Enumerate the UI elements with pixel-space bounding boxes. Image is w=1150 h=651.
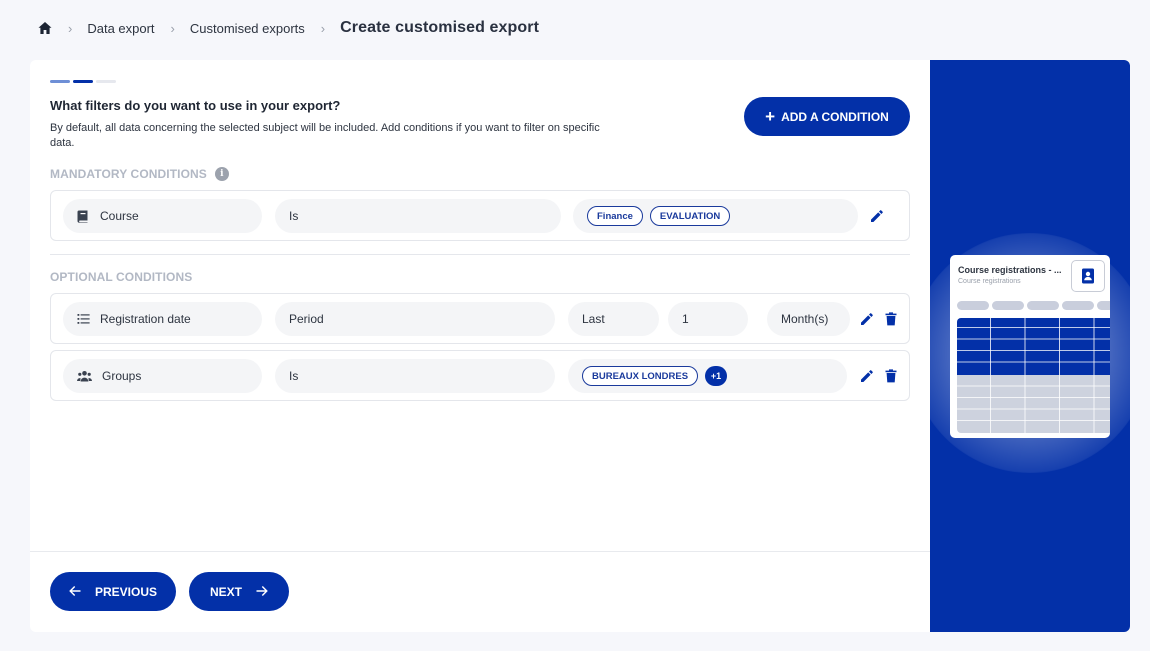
breadcrumb: › Data export › Customised exports › Cre… [38,17,539,39]
next-label: NEXT [209,584,242,599]
preview-table [957,318,1110,433]
condition-qualifier-last[interactable]: Last [568,302,659,336]
add-condition-button[interactable]: + ADD A CONDITION [744,97,910,136]
export-preview-card: Course registrations - ... Course regist… [950,255,1110,438]
previous-button[interactable]: PREVIOUS [50,572,176,611]
condition-unit-label: Month(s) [781,312,829,326]
section-divider [50,254,910,255]
step-3 [96,80,116,83]
trash-icon[interactable] [883,311,899,327]
condition-operator-groups[interactable]: Is [275,359,555,393]
preview-column-chips [957,301,1110,310]
plus-icon: + [765,107,776,126]
condition-qualifier-label: Last [582,312,605,326]
condition-field-label: Groups [102,369,142,383]
arrow-right-icon [256,585,268,599]
preview-subtitle: Course registrations [958,278,1021,285]
condition-amount-value: 1 [682,312,689,326]
mandatory-conditions-label: MANDATORY CONDITIONS [50,167,207,181]
filters-description: By default, all data concerning the sele… [50,122,600,149]
condition-amount-input[interactable]: 1 [668,302,748,336]
add-condition-label: ADD A CONDITION [781,109,889,124]
condition-unit-select[interactable]: Month(s) [767,302,850,336]
breadcrumb-data-export[interactable]: Data export [87,21,154,36]
condition-field-course[interactable]: Course [63,199,262,233]
condition-values-course[interactable]: Finance EVALUATION [573,199,858,233]
edit-pencil-icon[interactable] [869,208,885,224]
optional-conditions-label: OPTIONAL CONDITIONS [50,270,193,284]
home-icon[interactable] [38,21,52,35]
condition-operator-label: Is [289,209,299,223]
condition-operator-label: Period [289,312,324,326]
value-tag-finance: Finance [587,206,643,226]
preview-title: Course registrations - ... [958,265,1062,275]
list-icon [77,313,90,326]
condition-row-registration-date: Registration date Period Last 1 Month(s) [50,293,910,344]
trash-icon[interactable] [883,368,899,384]
chevron-right-icon: › [320,20,326,36]
value-tag-evaluation: EVALUATION [649,206,731,226]
step-2 [73,80,93,83]
breadcrumb-customised-exports[interactable]: Customised exports [190,21,305,36]
chevron-right-icon: › [170,20,175,36]
edit-pencil-icon[interactable] [859,368,875,384]
edit-pencil-icon[interactable] [859,311,875,327]
step-indicator [50,80,116,83]
condition-operator-period[interactable]: Period [275,302,555,336]
filters-heading: What filters do you want to use in your … [50,98,341,113]
page-title: Create customised export [340,19,540,36]
info-icon[interactable]: i [214,167,229,181]
mandatory-conditions-title: MANDATORY CONDITIONS i [50,167,229,181]
condition-field-registration-date[interactable]: Registration date [63,302,262,336]
condition-field-label: Course [100,209,139,223]
more-values-badge[interactable]: +1 [705,366,728,386]
condition-row-course: Course Is Finance EVALUATION [50,190,910,241]
step-1 [50,80,70,83]
users-icon [77,370,92,383]
chevron-right-icon: › [68,20,73,36]
condition-field-groups[interactable]: Groups [63,359,262,393]
filters-panel: What filters do you want to use in your … [30,60,930,632]
next-button[interactable]: NEXT [189,572,289,611]
optional-conditions-title: OPTIONAL CONDITIONS [50,270,192,284]
contact-book-icon [1071,260,1105,292]
condition-field-label: Registration date [100,312,191,326]
export-card: What filters do you want to use in your … [30,60,1130,632]
condition-operator-course[interactable]: Is [275,199,561,233]
export-preview-panel: Course registrations - ... Course regist… [910,60,1130,632]
condition-operator-label: Is [289,369,299,383]
previous-label: PREVIOUS [94,584,157,599]
book-icon [77,210,90,223]
condition-values-groups[interactable]: BUREAUX LONDRES +1 [568,359,847,393]
arrow-left-icon [69,585,81,599]
footer-divider [30,551,930,552]
condition-row-groups: Groups Is BUREAUX LONDRES +1 [50,350,910,401]
value-tag-bureaux-londres: BUREAUX LONDRES [582,366,699,386]
